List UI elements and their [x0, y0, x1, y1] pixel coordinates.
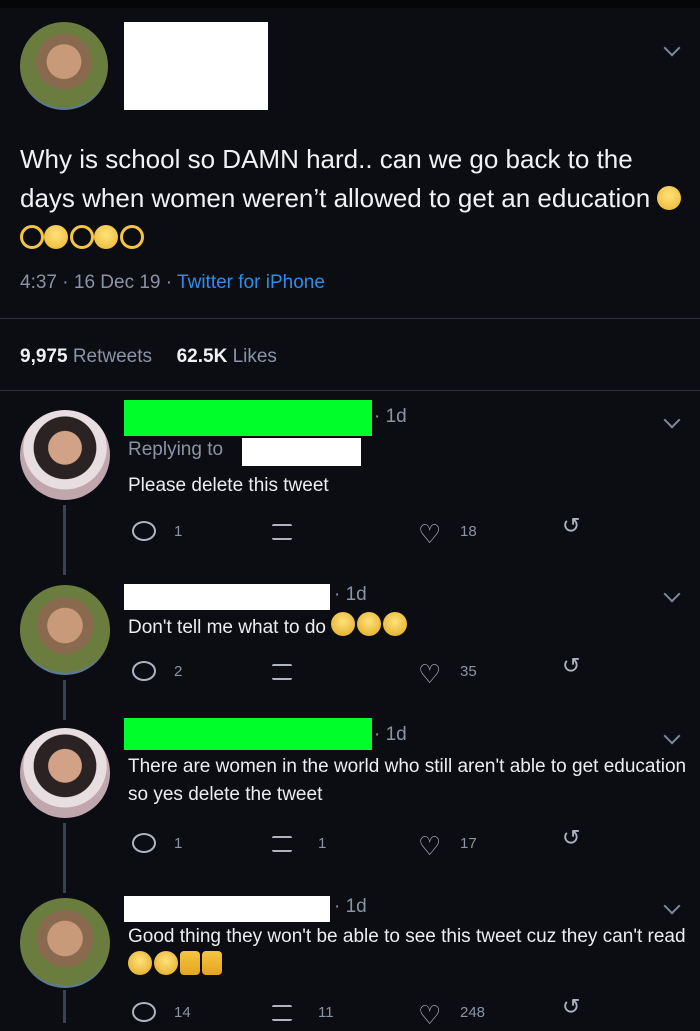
reply-icon[interactable] [132, 521, 156, 541]
retweets-label[interactable]: Retweets [73, 346, 152, 367]
redacted-name [124, 400, 372, 436]
chevron-down-icon[interactable] [663, 411, 681, 429]
weary-face-emoji [657, 186, 682, 210]
ok-hand-emoji [20, 221, 42, 245]
retweet-count: 11 [318, 1004, 334, 1021]
redacted-name [124, 896, 330, 922]
weary-face-emoji [44, 225, 68, 249]
joy-emoji [383, 612, 408, 636]
reply-icon[interactable] [132, 833, 156, 853]
tweet-time: 4:37 [20, 272, 57, 293]
chevron-down-icon[interactable] [663, 585, 681, 603]
joy-emoji [154, 951, 178, 975]
tweet-text-body: Why is school so DAMN hard.. can we go b… [20, 144, 651, 213]
author-avatar[interactable] [20, 22, 108, 110]
retweets-count[interactable]: 9,975 [20, 346, 68, 367]
retweet-icon[interactable] [272, 664, 292, 680]
reply-icon[interactable] [132, 1002, 156, 1022]
retweet-icon[interactable] [272, 524, 292, 540]
divider [0, 318, 700, 319]
ok-hand-emoji [120, 221, 142, 245]
redacted-name [124, 584, 330, 610]
reply-text: There are women in the world who still a… [128, 756, 687, 805]
reply-text: Don't tell me what to do [128, 612, 409, 642]
chevron-down-icon[interactable] [663, 727, 681, 745]
retweet-icon[interactable] [272, 1005, 292, 1021]
divider [0, 390, 700, 391]
thread-line [63, 823, 66, 893]
top-edge [0, 0, 700, 8]
reply-count: 14 [174, 1004, 191, 1021]
like-count: 248 [460, 1004, 486, 1021]
redacted-handle [242, 438, 361, 466]
joy-emoji [357, 612, 382, 636]
separator: · [62, 272, 69, 293]
tweet-text: Why is school so DAMN hard.. can we go b… [20, 140, 685, 257]
ok-hand-emoji [70, 221, 92, 245]
tweet-source-link[interactable]: Twitter for iPhone [177, 272, 325, 293]
joy-emoji [128, 951, 152, 975]
likes-label[interactable]: Likes [233, 346, 277, 367]
reply-text: Good thing they won't be able to see thi… [128, 923, 688, 981]
joy-emoji [331, 612, 356, 636]
reply-count: 2 [174, 663, 183, 680]
reply-avatar[interactable] [20, 728, 110, 818]
redacted-name [124, 718, 372, 750]
reply-count: 1 [174, 835, 183, 852]
tweet-stats: 9,975 Retweets 62.5K Likes [20, 346, 277, 368]
redacted-author-name [124, 22, 268, 110]
share-icon[interactable]: ↺ [562, 826, 580, 851]
retweet-icon[interactable] [272, 836, 292, 852]
like-count: 18 [460, 523, 477, 540]
reply-time: · 1d [334, 896, 367, 917]
share-icon[interactable]: ↺ [562, 654, 580, 679]
reply-icon[interactable] [132, 661, 156, 681]
reply-avatar[interactable] [20, 585, 110, 675]
thread-line [63, 990, 66, 1023]
reply-avatar[interactable] [20, 410, 110, 500]
reply-time: · 1d [334, 584, 367, 605]
thread-line [63, 505, 66, 575]
reply-time: · 1d [374, 724, 407, 745]
reply-text-body: Good thing they won't be able to see thi… [128, 926, 686, 947]
separator: · [165, 272, 173, 293]
like-count: 17 [460, 835, 477, 852]
likes-count[interactable]: 62.5K [177, 346, 228, 367]
reply-avatar[interactable] [20, 898, 110, 988]
tweet-date: 16 Dec 19 [73, 272, 161, 293]
share-icon[interactable]: ↺ [562, 514, 580, 539]
thumbs-up-emoji [202, 951, 222, 975]
chevron-down-icon[interactable] [663, 39, 681, 57]
share-icon[interactable]: ↺ [562, 995, 580, 1020]
replying-to: Replying to [128, 436, 223, 464]
like-count: 35 [460, 663, 477, 680]
thumbs-up-emoji [180, 951, 200, 975]
tweet-meta: 4:37 · 16 Dec 19 · Twitter for iPhone [20, 272, 325, 294]
reply-count: 1 [174, 523, 183, 540]
retweet-count: 1 [318, 835, 327, 852]
reply-text: Please delete this tweet [128, 475, 329, 496]
thread-line [63, 680, 66, 720]
weary-face-emoji [94, 225, 118, 249]
chevron-down-icon[interactable] [663, 897, 681, 915]
reply-text-body: Don't tell me what to do [128, 617, 326, 638]
replying-to-label: Replying to [128, 439, 224, 460]
reply-time: · 1d [374, 406, 407, 427]
